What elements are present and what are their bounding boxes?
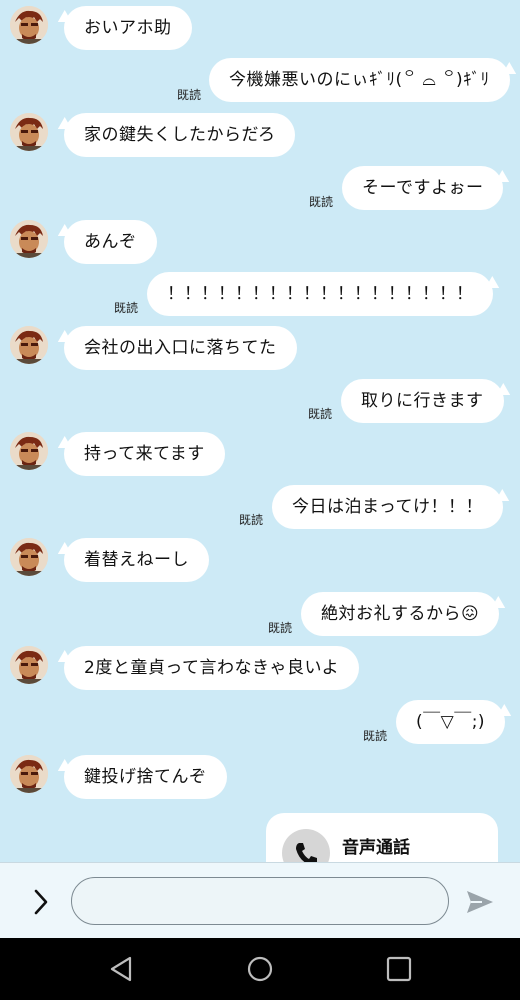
message-bubble[interactable]: 2度と童貞って言わなきゃ良いよ [64, 646, 360, 690]
read-receipt: 既読 [239, 513, 264, 527]
message-bubble[interactable]: 絶対お礼するから😖 [301, 592, 500, 636]
message-bubble[interactable]: そーですよぉー [342, 166, 504, 210]
voice-call-card[interactable]: 音声通話 [266, 813, 498, 862]
message-bubble[interactable]: (￣▽￣;) [396, 700, 506, 744]
recents-square-icon[interactable] [383, 953, 415, 985]
avatar[interactable] [10, 220, 48, 258]
avatar[interactable] [10, 646, 48, 684]
read-receipt: 既読 [177, 88, 202, 102]
call-title: 音声通話 [342, 838, 410, 858]
avatar[interactable] [10, 6, 48, 44]
message-input[interactable] [71, 877, 449, 925]
avatar[interactable] [10, 113, 48, 151]
read-receipt: 既読 [308, 407, 333, 421]
message-bubble[interactable]: おいアホ助 [64, 6, 192, 50]
avatar[interactable] [10, 326, 48, 364]
message-bubble[interactable]: 持って来てます [64, 432, 225, 476]
home-circle-icon[interactable] [244, 953, 276, 985]
phone-icon[interactable] [282, 829, 330, 862]
back-triangle-icon[interactable] [106, 953, 138, 985]
avatar[interactable] [10, 755, 48, 793]
message-bubble[interactable]: 鍵投げ捨てんぞ [64, 755, 227, 799]
message-bubble[interactable]: あんぞ [64, 220, 157, 264]
message-bubble[interactable]: 今機嫌悪いのにぃｷﾞﾘ(꒪ ⌓ ꒪)ｷﾞﾘ [209, 58, 510, 102]
avatar[interactable] [10, 432, 48, 470]
read-receipt: 既読 [363, 729, 388, 743]
message-bubble[interactable]: 今日は泊まってけ！！！ [272, 485, 503, 529]
read-receipt: 既読 [114, 301, 139, 315]
avatar[interactable] [10, 538, 48, 576]
read-receipt: 既読 [309, 195, 334, 209]
message-bubble[interactable]: 取りに行きます [341, 379, 504, 423]
read-receipt: 既読 [268, 621, 293, 635]
message-bubble[interactable]: 着替えねーし [64, 538, 209, 582]
system-navigation-bar [0, 938, 520, 1000]
message-bubble[interactable]: 会社の出入口に落ちてた [64, 326, 297, 370]
message-bubble[interactable]: 家の鍵失くしたからだろ [64, 113, 296, 157]
composer-bar [0, 862, 520, 939]
chevron-right-icon[interactable] [28, 887, 54, 917]
message-bubble[interactable]: ！！！！！！！！！！！！！！！！！！ [147, 272, 493, 316]
chat-area: おいアホ助 既読 今機嫌悪いのにぃｷﾞﾘ(꒪ ⌓ ꒪)ｷﾞﾘ 家の鍵失くしたから… [0, 0, 520, 862]
send-icon[interactable] [464, 887, 496, 917]
